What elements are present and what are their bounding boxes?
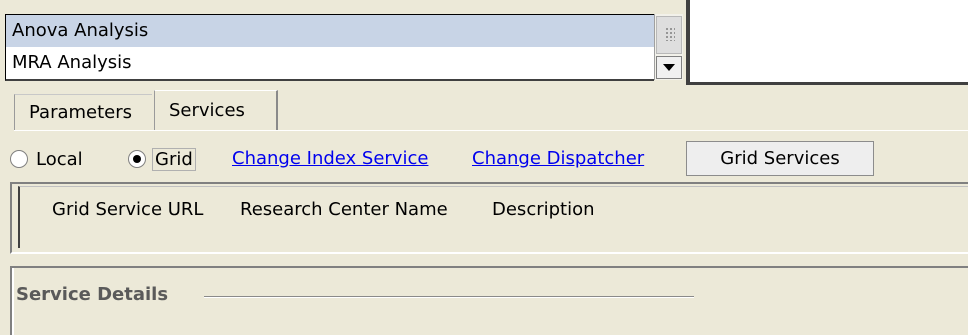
list-item-mra[interactable]: MRA Analysis bbox=[6, 47, 654, 79]
tab-parameters[interactable]: Parameters bbox=[14, 94, 152, 130]
panel-gap bbox=[0, 254, 968, 266]
change-index-service-link[interactable]: Change Index Service bbox=[232, 147, 428, 171]
radio-grid[interactable]: Grid bbox=[128, 147, 196, 171]
grip-icon bbox=[665, 27, 675, 41]
list-item-anova[interactable]: Anova Analysis bbox=[6, 15, 654, 47]
title-divider bbox=[204, 296, 694, 298]
column-header-url[interactable]: Grid Service URL bbox=[52, 199, 203, 220]
radio-checked-icon bbox=[128, 150, 146, 168]
analysis-list-panel: Anova Analysis MRA Analysis bbox=[0, 0, 690, 85]
radio-local-label: Local bbox=[36, 148, 83, 170]
column-header-description[interactable]: Description bbox=[492, 199, 595, 220]
change-dispatcher-link[interactable]: Change Dispatcher bbox=[472, 147, 644, 171]
service-details-frame: Service Details bbox=[12, 268, 968, 335]
table-header-row: Grid Service URL Research Center Name De… bbox=[18, 186, 968, 248]
column-header-research-center[interactable]: Research Center Name bbox=[240, 199, 448, 220]
service-details-panel: Service Details bbox=[10, 266, 968, 335]
arrow-down-icon bbox=[663, 63, 675, 71]
list-scrollbar[interactable] bbox=[654, 14, 683, 80]
radio-grid-label: Grid bbox=[152, 147, 196, 171]
analysis-list[interactable]: Anova Analysis MRA Analysis bbox=[5, 14, 654, 81]
radio-local[interactable]: Local bbox=[10, 147, 83, 171]
divider bbox=[686, 0, 690, 85]
service-details-title: Service Details bbox=[16, 284, 169, 305]
grid-services-button[interactable]: Grid Services bbox=[686, 141, 874, 176]
scrollbar-thumb[interactable] bbox=[656, 16, 682, 54]
grid-services-table[interactable]: Grid Service URL Research Center Name De… bbox=[10, 182, 968, 254]
radio-unchecked-icon bbox=[10, 150, 28, 168]
tab-services[interactable]: Services bbox=[154, 90, 278, 130]
scroll-down-button[interactable] bbox=[656, 56, 682, 79]
tab-divider bbox=[14, 130, 968, 131]
